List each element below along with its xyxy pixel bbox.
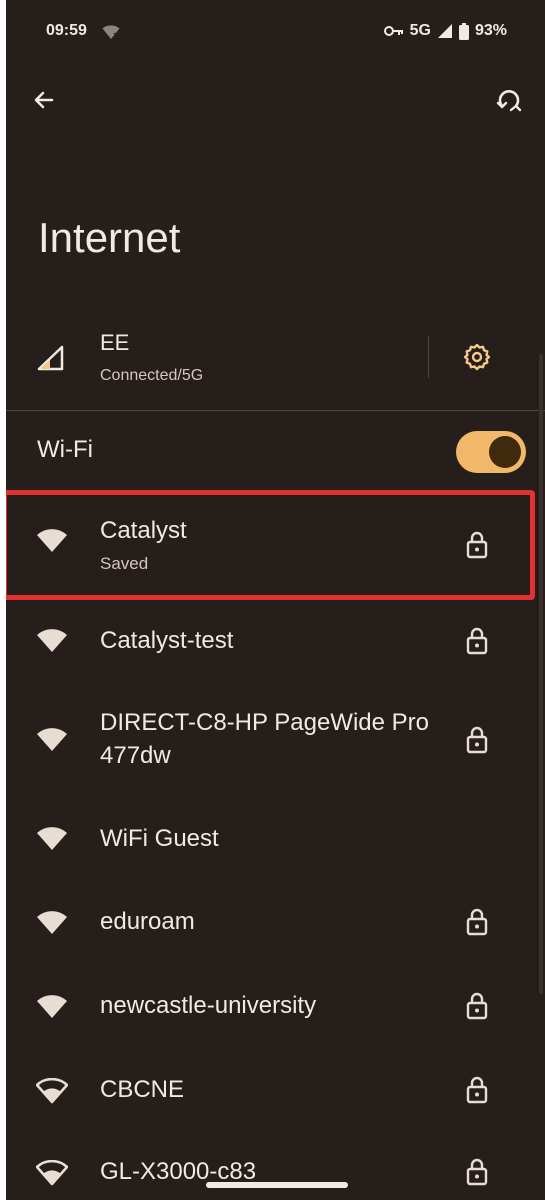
lock-icon — [464, 907, 490, 937]
gear-icon — [463, 343, 491, 371]
wifi-signal-icon — [35, 1077, 69, 1109]
lock-icon — [464, 725, 490, 755]
network-name: eduroam — [100, 908, 195, 935]
network-item-cbcne[interactable]: CBCNE — [6, 1056, 545, 1126]
wifi-unknown-icon: ? — [102, 24, 120, 45]
toggle-knob — [489, 436, 521, 468]
wifi-signal-icon — [36, 628, 68, 659]
status-bar: 09:59 ? 5G 93% — [6, 0, 545, 64]
wifi-label: Wi-Fi — [37, 436, 93, 463]
gesture-nav-bar[interactable] — [206, 1182, 348, 1188]
lock-icon — [464, 1075, 490, 1105]
wifi-toggle[interactable] — [456, 431, 526, 473]
cell-signal-icon — [437, 23, 453, 39]
page-title: Internet — [38, 214, 181, 261]
carrier-row[interactable]: EE Connected/5G — [6, 322, 545, 412]
vpn-key-icon — [383, 25, 404, 37]
wifi-signal-icon — [36, 910, 68, 941]
network-item-newcastle-university[interactable]: newcastle-university — [6, 972, 545, 1042]
arrow-back-icon — [34, 91, 54, 109]
wifi-signal-icon — [36, 994, 68, 1025]
carrier-name: EE — [100, 330, 130, 355]
status-right-cluster: 5G 93% — [383, 22, 507, 40]
divider — [428, 336, 429, 378]
svg-text:?: ? — [113, 32, 118, 40]
back-button[interactable] — [28, 84, 60, 116]
selection-highlight — [6, 490, 535, 600]
network-type: 5G — [409, 22, 431, 39]
battery-percent: 93% — [474, 22, 507, 39]
network-item-catalyst-test[interactable]: Catalyst-test — [6, 606, 545, 676]
internet-settings-screen: 09:59 ? 5G 93% Internet EE Connected/5G … — [6, 0, 545, 1200]
carrier-settings-button[interactable] — [460, 340, 494, 374]
network-name: DIRECT-C8-HP PageWide Pro 477dw — [100, 709, 429, 769]
network-item-eduroam[interactable]: eduroam — [6, 888, 545, 958]
network-item-direct-hp[interactable]: DIRECT-C8-HP PageWide Pro 477dw — [6, 690, 545, 790]
lock-icon — [464, 1157, 490, 1187]
cell-signal-icon — [36, 344, 66, 377]
wifi-signal-icon — [36, 727, 68, 758]
wifi-signal-icon — [36, 826, 68, 857]
carrier-status: Connected/5G — [100, 367, 204, 384]
top-app-bar — [6, 80, 545, 120]
network-item-wifi-guest[interactable]: WiFi Guest — [6, 804, 545, 874]
network-name: Catalyst-test — [100, 627, 234, 654]
status-time: 09:59 — [46, 22, 87, 39]
network-reset-button[interactable] — [493, 84, 525, 116]
scrollbar[interactable] — [539, 354, 543, 994]
network-name: CBCNE — [100, 1076, 185, 1103]
wifi-toggle-row[interactable]: Wi-Fi — [6, 422, 545, 482]
wifi-signal-icon — [35, 1159, 69, 1191]
lock-icon — [464, 991, 490, 1021]
battery-icon — [458, 22, 469, 40]
network-name: WiFi Guest — [100, 825, 219, 852]
network-item-gl-x3000[interactable]: GL-X3000-c83 — [6, 1140, 545, 1200]
network-name: newcastle-university — [100, 992, 317, 1019]
section-divider — [6, 410, 545, 411]
network-reset-icon — [496, 90, 522, 112]
lock-icon — [464, 626, 490, 656]
